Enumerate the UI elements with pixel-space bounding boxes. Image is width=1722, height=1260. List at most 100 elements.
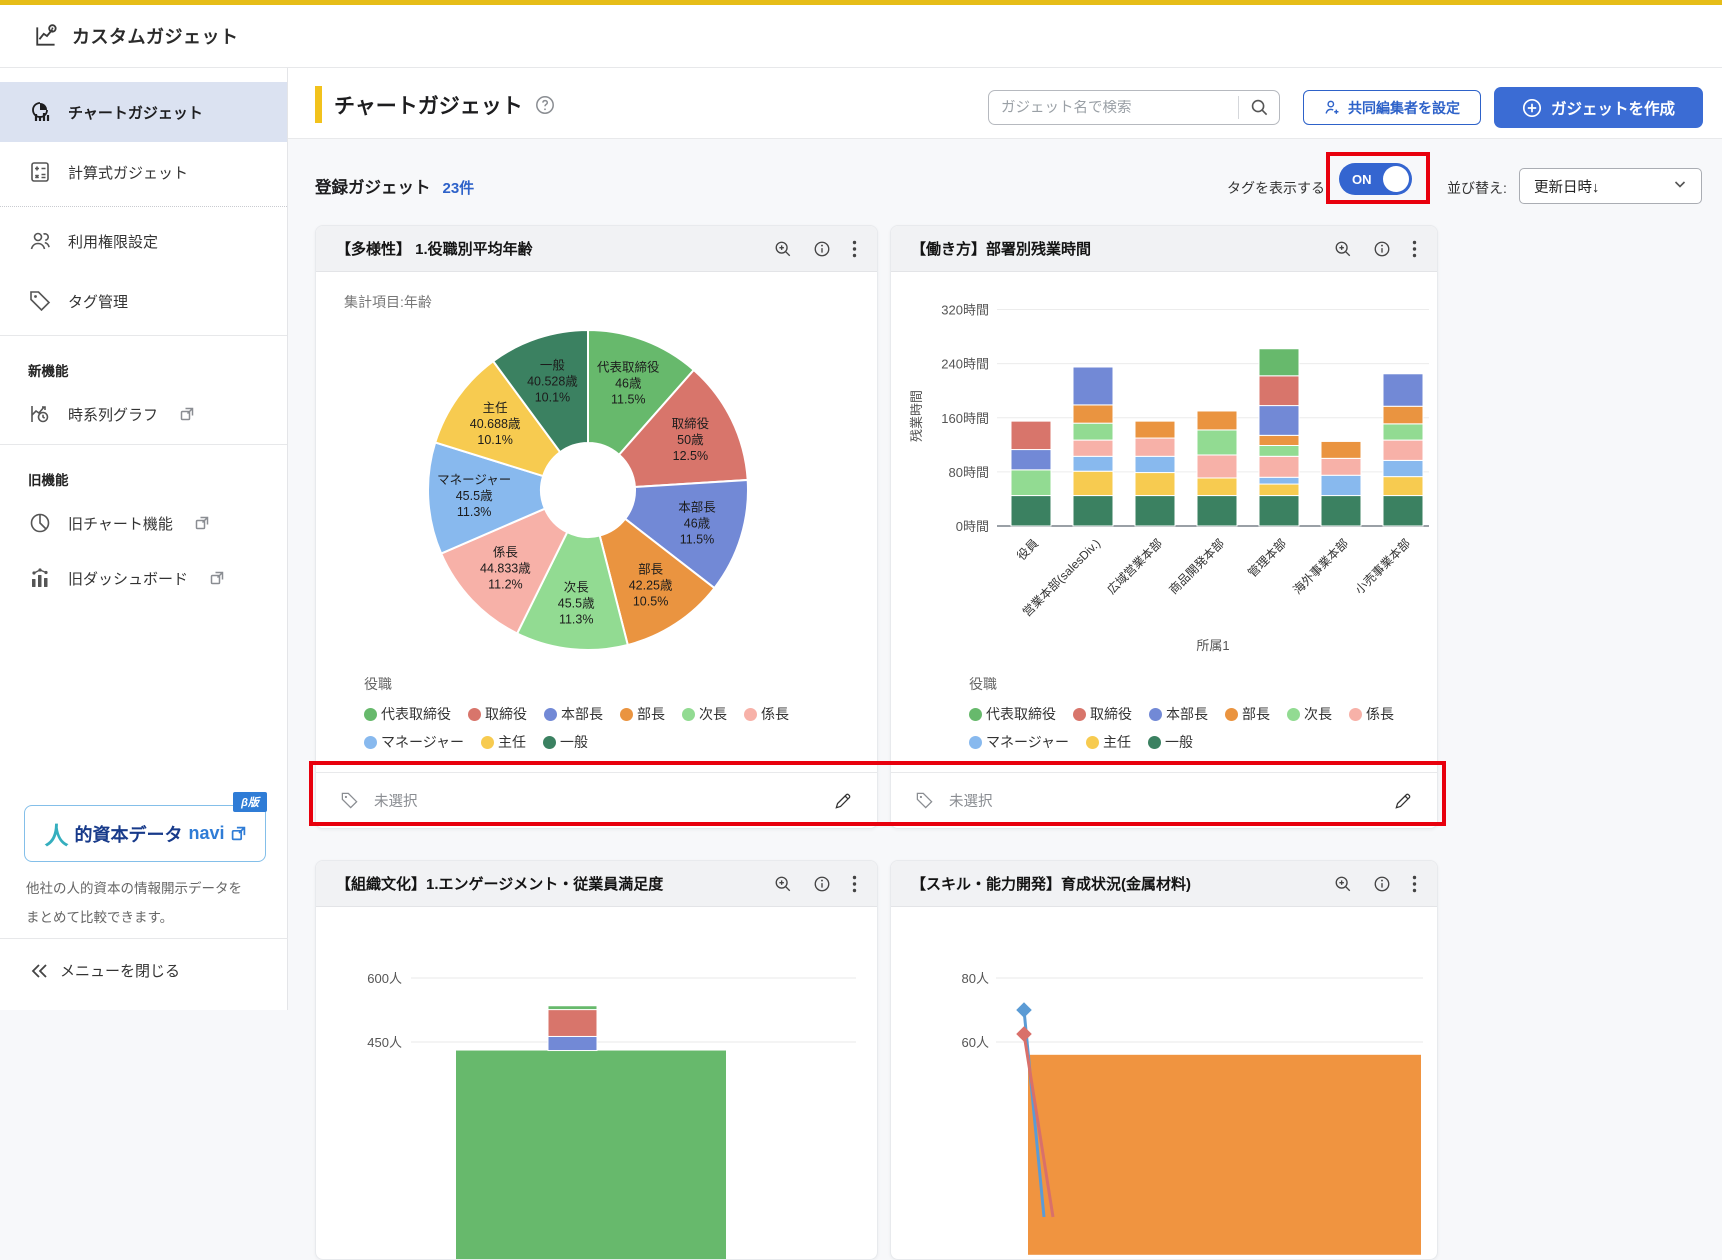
card-header: 【スキル・能力開発】育成状況(金属材料) [891, 861, 1437, 907]
bar-segment-一般 [1383, 496, 1423, 526]
navi-logo-glyph: 人 [44, 816, 68, 851]
sidebar-item-label: 時系列グラフ [68, 404, 158, 425]
x-tick-label: 商品開発本部 [1166, 536, 1228, 598]
legend-dot [364, 708, 377, 721]
legend-label: 部長 [637, 704, 665, 724]
info-icon[interactable] [813, 875, 831, 893]
beta-badge: β版 [233, 792, 267, 812]
create-gadget-button[interactable]: ガジェットを作成 [1494, 87, 1703, 128]
legend-item: 本部長 [544, 704, 603, 724]
bar-segment-マネージャー [1073, 456, 1113, 471]
kebab-menu-icon[interactable] [852, 875, 857, 893]
legend-dot [1287, 708, 1300, 721]
search-input[interactable] [989, 100, 1238, 116]
zoom-in-icon[interactable] [1334, 875, 1352, 893]
bar-segment-本部長 [1011, 450, 1051, 470]
tag-icon [28, 289, 52, 313]
sidebar-divider [0, 938, 288, 939]
sidebar-divider [0, 444, 287, 445]
tag-display-toggle[interactable]: ON [1339, 163, 1412, 195]
legend-item: 取締役 [468, 704, 527, 724]
set-collaborators-label: 共同編集者を設定 [1348, 98, 1460, 118]
legend-label: 主任 [1103, 732, 1131, 752]
page-title: チャートガジェット [334, 90, 523, 120]
bar-segment-取締役 [1011, 421, 1051, 449]
sidebar-section-new: 新機能 [0, 340, 287, 388]
external-link-icon [195, 516, 209, 530]
menu-close-button[interactable]: メニューを閉じる [30, 960, 180, 981]
search-icon[interactable] [1239, 98, 1279, 117]
bar-segment-部長 [1383, 406, 1423, 424]
users-icon [28, 229, 52, 253]
help-icon[interactable] [535, 95, 555, 115]
sidebar-item-old-chart[interactable]: 旧チャート機能 [0, 497, 287, 549]
donut-chart: 代表取締役46歳11.5%取締役50歳12.5%本部長46歳11.5%部長42.… [316, 226, 878, 676]
legend-label: 次長 [699, 704, 727, 724]
person-add-icon [1324, 99, 1341, 116]
legend-item: 代表取締役 [969, 704, 1056, 724]
chart-legend: 役職 代表取締役取締役本部長部長次長係長マネージャー主任一般 [364, 674, 844, 760]
sidebar-item-formula-gadget[interactable]: 計算式ガジェット [0, 142, 287, 202]
sidebar-item-label: 旧ダッシュボード [68, 568, 188, 589]
registered-gadgets: 登録ガジェット 23件 [315, 174, 474, 198]
card-title: 【スキル・能力開発】育成状況(金属材料) [911, 873, 1191, 894]
legend-item: 部長 [620, 704, 665, 724]
sidebar-item-permissions[interactable]: 利用権限設定 [0, 211, 287, 271]
y-tick-label: 160時間 [941, 411, 989, 426]
timeseries-icon [28, 402, 52, 426]
x-tick-label: 小売事業本部 [1352, 536, 1414, 598]
bar-segment-次長 [1197, 430, 1237, 455]
legend-label: 取締役 [1090, 704, 1132, 724]
set-collaborators-button[interactable]: 共同編集者を設定 [1303, 90, 1481, 125]
zoom-in-icon[interactable] [774, 875, 792, 893]
x-tick-label: 役員 [1014, 536, 1042, 564]
legend-dot [1349, 708, 1362, 721]
legend-dot [620, 708, 633, 721]
legend-dot [1225, 708, 1238, 721]
bar-segment-取締役 [1259, 376, 1299, 406]
bar-segment-部長 [1073, 405, 1113, 423]
edit-tag-pencil-icon[interactable] [1393, 791, 1413, 811]
kebab-menu-icon[interactable] [1412, 875, 1417, 893]
bar-segment-代表取締役 [1259, 349, 1299, 376]
bar-segment-係長 [1197, 455, 1237, 478]
bar-segment-本部長 [1259, 406, 1299, 436]
line-chart-partial: 80人60人 [891, 907, 1438, 1260]
sidebar-item-old-dashboard[interactable]: 旧ダッシュボード [0, 549, 287, 607]
legend-item: マネージャー [969, 732, 1069, 752]
legend-title: 役職 [969, 674, 1438, 694]
sidebar-divider [0, 335, 287, 336]
sidebar-item-tag-management[interactable]: タグ管理 [0, 271, 287, 331]
edit-tag-pencil-icon[interactable] [833, 791, 853, 811]
info-icon[interactable] [1373, 875, 1391, 893]
legend-item: 一般 [543, 732, 588, 752]
bar-segment-一般 [1073, 496, 1113, 526]
legend-dot [744, 708, 757, 721]
sidebar-item-chart-gadget[interactable]: チャートガジェット [0, 82, 287, 142]
widget-card-average-age: 【多様性】 1.役職別平均年齢 集計項目:年齢 代表取締役46歳11.5%取締役… [315, 225, 878, 829]
legend-dot [544, 708, 557, 721]
calculator-icon [28, 160, 52, 184]
y-tick-label: 80人 [962, 971, 989, 986]
y-tick-label: 320時間 [941, 303, 989, 318]
tag-toggle-label: タグを表示する [1227, 178, 1325, 198]
toggle-knob [1383, 166, 1409, 192]
legend-label: 主任 [498, 732, 526, 752]
sidebar-item-timeseries[interactable]: 時系列グラフ [0, 388, 287, 440]
legend-row: 代表取締役取締役本部長部長次長係長 [364, 704, 844, 724]
bar-segment-本部長 [1383, 374, 1423, 406]
bar-segment-次長 [1383, 424, 1423, 440]
bar-segment-次長 [1011, 470, 1051, 496]
chart-legend: 役職 代表取締役取締役本部長部長次長係長マネージャー主任一般 [969, 674, 1438, 760]
legend-item: マネージャー [364, 732, 464, 752]
legend-label: 本部長 [1166, 704, 1208, 724]
legend-label: 取締役 [485, 704, 527, 724]
legend-label: 一般 [1165, 732, 1193, 752]
wide-bar [456, 1051, 726, 1260]
sort-select[interactable]: 更新日時↓ [1519, 168, 1702, 204]
sort-value: 更新日時↓ [1534, 176, 1599, 197]
sidebar-item-label: 旧チャート機能 [68, 513, 173, 534]
bar-segment-主任 [1197, 478, 1237, 496]
legend-row: 代表取締役取締役本部長部長次長係長 [969, 704, 1438, 724]
jinteki-shihon-navi-banner[interactable]: β版 人的資本データnavi [24, 805, 266, 862]
